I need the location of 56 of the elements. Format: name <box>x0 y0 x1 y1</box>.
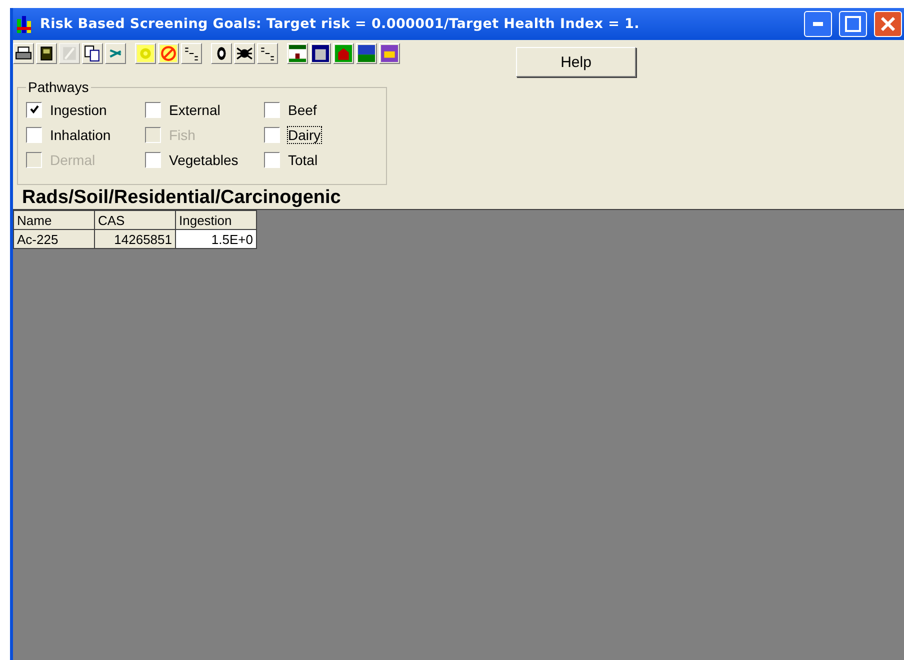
toolbar-button[interactable] <box>13 43 34 64</box>
checkbox-label: Fish <box>169 126 196 142</box>
group-label: Pathways <box>27 79 90 95</box>
table-cell: Ac-225 <box>14 230 94 248</box>
maximize-icon <box>845 16 861 32</box>
window-title: Risk Based Screening Goals: Target risk = 0.000001/Target Health Index = 1. <box>40 16 640 32</box>
checkbox[interactable] <box>26 102 42 118</box>
toolbar-button[interactable] <box>333 43 354 64</box>
toolbar-button[interactable] <box>287 43 308 64</box>
column-header: CAS <box>94 210 176 230</box>
toolbar-button[interactable] <box>234 43 255 64</box>
checkbox[interactable] <box>26 126 42 142</box>
toolbar-button[interactable] <box>36 43 57 64</box>
checkbox-label: Beef <box>288 102 317 118</box>
checkbox-label: Dermal <box>50 152 96 168</box>
toolbar-button[interactable] <box>181 43 202 64</box>
close-button[interactable] <box>874 11 902 37</box>
check-icon <box>30 105 38 114</box>
maximize-button[interactable] <box>839 11 867 37</box>
field-icon <box>358 45 375 62</box>
section-heading: Rads/Soil/Residential/Carcinogenic <box>21 186 342 209</box>
minimize-button[interactable] <box>804 11 832 37</box>
house-icon <box>289 45 306 62</box>
toolbar-button[interactable] <box>211 43 232 64</box>
checkbox-label: External <box>169 102 220 118</box>
printer-icon <box>15 45 32 62</box>
column-header: Ingestion <box>176 210 256 230</box>
toolbar-button[interactable] <box>310 43 331 64</box>
minimize-icon <box>813 22 823 26</box>
checkbox[interactable] <box>145 152 161 168</box>
column-header: Name <box>14 210 94 230</box>
table-cell: 14265851 <box>94 230 176 248</box>
toolbar-button[interactable] <box>356 43 377 64</box>
toolbar-button[interactable] <box>82 43 103 64</box>
checkbox-label: Vegetables <box>169 152 238 168</box>
close-icon <box>881 17 895 31</box>
toolbar-button[interactable] <box>379 43 400 64</box>
help-button[interactable]: Help <box>516 47 636 77</box>
bulldozer-icon <box>381 45 398 62</box>
checkbox[interactable] <box>145 102 161 118</box>
checkbox[interactable] <box>264 102 280 118</box>
checkbox-label: Ingestion <box>50 102 107 118</box>
checkbox[interactable] <box>264 152 280 168</box>
prohibited-icon <box>160 45 177 62</box>
checkbox-label: Total <box>288 152 318 168</box>
pencil-icon <box>61 45 78 62</box>
checkbox[interactable] <box>264 126 280 142</box>
checkbox-label: Dairy <box>288 126 321 142</box>
barn-icon <box>335 45 352 62</box>
copy-icon <box>84 45 101 62</box>
table-cell: 1.5E+0 <box>176 230 256 248</box>
toolbar-button[interactable] <box>257 43 278 64</box>
checkbox-label: Inhalation <box>50 126 111 142</box>
building-icon <box>312 45 329 62</box>
radiation-icon <box>137 45 154 62</box>
spider-icon <box>236 45 253 62</box>
